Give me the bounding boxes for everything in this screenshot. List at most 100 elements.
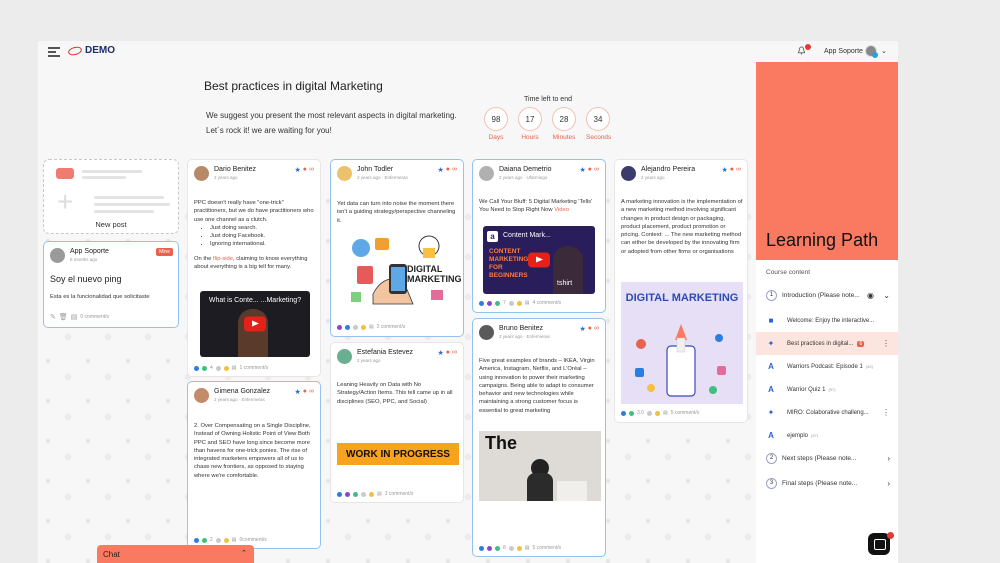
chevron-up-icon[interactable]: ⌃ — [241, 549, 247, 557]
reaction-icon[interactable] — [353, 491, 358, 497]
link-icon[interactable]: ∞ — [309, 388, 314, 396]
reaction-icon[interactable] — [495, 300, 500, 306]
post-photo[interactable]: The — [479, 431, 601, 501]
post-author[interactable]: Daiana Demetrio — [499, 166, 552, 173]
comment-count[interactable]: 0 comment/s — [80, 314, 109, 320]
reaction-icon[interactable] — [194, 537, 199, 543]
post-card-gimena[interactable]: Gimena Gonzalez 2 years ago · Enfermeras… — [187, 381, 321, 549]
post-card-daiana[interactable]: Daiana Demetrio 2 years ago · Ufarmingo … — [472, 159, 606, 313]
reaction-icon[interactable] — [337, 491, 342, 497]
comment-count[interactable]: 5 comment/s — [671, 410, 700, 416]
award-icon[interactable] — [516, 545, 522, 551]
star-icon[interactable]: ★ — [579, 325, 585, 333]
module-1[interactable]: 1 Introduction (Please note... ◉ ⌄ — [756, 288, 898, 302]
edit-icon[interactable]: ✎ — [50, 313, 56, 321]
lesson-item[interactable]: A Warriors Podcast: Episode 1 (40) — [756, 355, 898, 378]
comment-icon[interactable]: ▤ — [377, 491, 382, 497]
comment-count[interactable]: 1 comment/s — [240, 365, 269, 371]
link-icon[interactable]: ∞ — [736, 166, 741, 174]
post-illustration[interactable]: DIGITAL MARKETING — [343, 234, 462, 310]
award-icon[interactable] — [361, 324, 366, 330]
new-post-button[interactable]: + New post — [43, 159, 179, 234]
avatar[interactable] — [194, 388, 209, 403]
chat-icon[interactable]: ● — [588, 166, 592, 174]
post-author[interactable]: Bruno Benitez — [499, 325, 550, 332]
award-icon[interactable] — [516, 300, 522, 306]
reaction-icon[interactable] — [621, 410, 626, 416]
reaction-icon[interactable] — [495, 545, 500, 551]
logo[interactable]: DEMO — [67, 44, 115, 57]
star-icon[interactable]: ★ — [294, 388, 300, 396]
chevron-down-icon[interactable]: ⌄ — [883, 291, 890, 300]
reaction-icon[interactable] — [479, 300, 484, 306]
lesson-item[interactable]: ■ Welcome: Enjoy the interactive... — [756, 309, 898, 332]
post-card-app-soporte[interactable]: App Soporte 9 months ago Mine Soy el nue… — [43, 241, 179, 328]
post-illustration[interactable]: DIGITAL MARKETING — [621, 282, 743, 404]
link-icon[interactable]: ∞ — [594, 166, 599, 174]
video-thumbnail[interactable]: a Content Mark... CONTENT MARKETING FOR … — [483, 226, 595, 294]
reaction-icon[interactable] — [202, 365, 207, 371]
reaction-icon[interactable] — [194, 365, 199, 371]
star-icon[interactable]: ★ — [721, 166, 727, 174]
comment-icon[interactable]: ▤ — [525, 545, 530, 551]
reaction-icon[interactable] — [487, 545, 492, 551]
video-link[interactable]: Video — [554, 207, 569, 213]
comment-count[interactable]: 3 comment/s — [385, 491, 414, 497]
play-icon[interactable] — [528, 252, 550, 268]
post-author[interactable]: Alejandro Pereira — [641, 166, 695, 173]
link-icon[interactable]: ∞ — [452, 349, 457, 357]
kebab-menu-icon[interactable]: ⋮ — [882, 408, 890, 417]
link-icon[interactable]: ∞ — [309, 166, 314, 174]
chat-bar[interactable]: Chat ⌃ — [97, 545, 254, 563]
post-card-dario[interactable]: Dario Benitez 2 years ago ★ ● ∞ PPC does… — [187, 159, 321, 377]
lesson-item-active[interactable]: ✦ Best practices in digital... 6 ⋮ — [756, 332, 898, 355]
comment-count[interactable]: 4 comment/s — [533, 300, 562, 306]
work-in-progress-banner[interactable]: WORK IN PROGRESS — [337, 443, 459, 465]
comment-icon[interactable]: ▤ — [663, 410, 668, 416]
avatar[interactable] — [337, 166, 352, 181]
post-author[interactable]: John Todler — [357, 166, 408, 173]
link-icon[interactable]: ∞ — [452, 166, 457, 174]
award-icon[interactable] — [223, 365, 229, 371]
user-name[interactable]: App Soporte — [824, 48, 863, 55]
chevron-right-icon[interactable]: › — [887, 479, 890, 488]
award-icon[interactable] — [223, 537, 229, 543]
star-icon[interactable]: ★ — [437, 349, 443, 357]
chat-icon[interactable]: ● — [303, 166, 307, 174]
link-icon[interactable]: ∞ — [594, 325, 599, 333]
award-icon[interactable] — [369, 491, 374, 497]
comment-icon[interactable]: ▤ — [71, 313, 78, 321]
play-icon[interactable] — [244, 316, 266, 332]
comment-icon[interactable]: ▤ — [369, 324, 374, 330]
post-author[interactable]: Dario Benitez — [214, 166, 256, 173]
comment-icon[interactable]: ▤ — [525, 300, 530, 306]
menu-icon[interactable] — [48, 47, 60, 57]
reaction-icon[interactable] — [345, 491, 350, 497]
comment-count[interactable]: 0comment/s — [240, 537, 267, 543]
reaction-icon[interactable] — [487, 300, 492, 306]
comment-icon[interactable]: ▤ — [232, 537, 237, 543]
star-icon[interactable]: ★ — [437, 166, 443, 174]
avatar[interactable] — [479, 166, 494, 181]
avatar[interactable] — [621, 166, 636, 181]
video-thumbnail[interactable]: What is Conte... ...Marketing? — [200, 291, 310, 357]
flip-side-link[interactable]: flip-side — [213, 256, 233, 262]
module-2[interactable]: 2 Next steps (Please note... › — [756, 451, 898, 465]
lesson-item[interactable]: ✦ MIRO: Colaborative challeng... ⋮ — [756, 401, 898, 424]
avatar[interactable] — [479, 325, 494, 340]
post-author[interactable]: Gimena Gonzalez — [214, 388, 270, 395]
chat-icon[interactable]: ● — [588, 325, 592, 333]
chat-icon[interactable]: ● — [446, 349, 450, 357]
star-icon[interactable]: ★ — [294, 166, 300, 174]
avatar[interactable] — [194, 166, 209, 181]
trash-icon[interactable]: 🗑 — [59, 313, 68, 321]
lesson-item[interactable]: A Warrior Quiz 1 (97) — [756, 378, 898, 401]
post-card-estefania[interactable]: Estefania Estevez 2 years ago ★ ● ∞ Lean… — [330, 342, 464, 503]
reaction-icon[interactable] — [202, 537, 207, 543]
eye-icon[interactable]: ◉ — [867, 291, 874, 300]
post-author[interactable]: App Soporte — [70, 248, 109, 255]
star-icon[interactable]: ★ — [579, 166, 585, 174]
module-3[interactable]: 3 Final steps (Please note... › — [756, 476, 898, 490]
chat-icon[interactable]: ● — [730, 166, 734, 174]
chevron-right-icon[interactable]: › — [887, 454, 890, 463]
